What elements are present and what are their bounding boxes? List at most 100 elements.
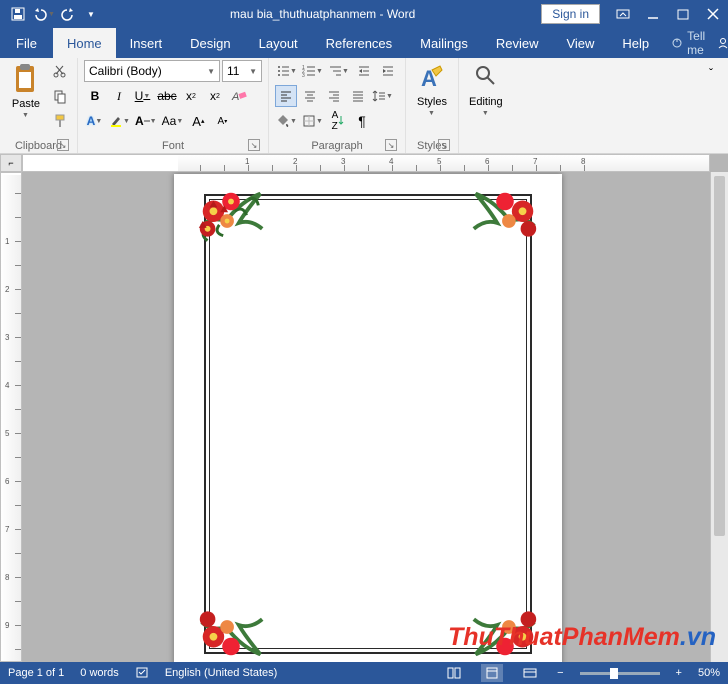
group-styles-label: Styles↘ — [412, 139, 452, 152]
font-color-button[interactable]: A▼ — [134, 110, 159, 132]
find-icon — [474, 64, 498, 94]
qat-customize[interactable]: ▼ — [84, 2, 98, 26]
superscript-button[interactable]: x2 — [204, 85, 226, 107]
change-case-button[interactable]: Aa▼ — [161, 110, 186, 132]
flower-corner-icon — [466, 182, 544, 260]
view-print-layout[interactable] — [481, 664, 503, 682]
styles-launcher[interactable]: ↘ — [438, 139, 450, 151]
ribbon: Paste ▼ Clipboard↘ Calibri (Body)▼ 11▼ B… — [0, 58, 728, 154]
align-right-button[interactable] — [323, 85, 345, 107]
horizontal-ruler[interactable]: 12345678 — [22, 154, 710, 172]
vertical-scrollbar[interactable] — [710, 172, 728, 662]
ruler-corner[interactable]: ⌐ — [0, 154, 22, 172]
clear-formatting-button[interactable]: A — [228, 85, 250, 107]
collapse-ribbon-button[interactable]: ˇ — [700, 62, 722, 84]
flower-corner-icon — [192, 182, 270, 260]
tab-design[interactable]: Design — [176, 28, 244, 58]
zoom-slider[interactable] — [580, 672, 660, 675]
view-web-layout[interactable] — [519, 664, 541, 682]
group-editing-label — [465, 139, 507, 152]
line-spacing-button[interactable]: ▼ — [371, 85, 395, 107]
document-canvas[interactable] — [22, 172, 710, 662]
group-clipboard-label: Clipboard↘ — [6, 139, 71, 152]
tab-view[interactable]: View — [552, 28, 608, 58]
group-font-label: Font↘ — [84, 139, 262, 152]
shading-button[interactable]: ▼ — [275, 110, 299, 132]
vertical-ruler[interactable]: 12345678910 — [0, 172, 22, 662]
svg-text:A: A — [231, 91, 239, 103]
undo-button[interactable]: ▼ — [32, 2, 56, 26]
bold-button[interactable]: B — [84, 85, 106, 107]
page-border-frame — [204, 194, 532, 654]
decrease-indent-button[interactable] — [353, 60, 375, 82]
grow-font-button[interactable]: A▴ — [187, 110, 209, 132]
zoom-out-button[interactable]: − — [557, 667, 563, 679]
font-family-combo[interactable]: Calibri (Body)▼ — [84, 60, 220, 82]
tab-insert[interactable]: Insert — [116, 28, 177, 58]
status-language[interactable]: English (United States) — [165, 667, 278, 679]
styles-label: Styles — [417, 96, 447, 108]
styles-icon: A — [418, 64, 446, 94]
flower-corner-icon — [192, 588, 270, 662]
text-effects-button[interactable]: A▼ — [84, 110, 106, 132]
tab-home[interactable]: Home — [53, 28, 116, 58]
redo-button[interactable] — [58, 2, 82, 26]
tab-layout[interactable]: Layout — [245, 28, 312, 58]
underline-button[interactable]: U▼ — [132, 85, 154, 107]
font-size-combo[interactable]: 11▼ — [222, 60, 262, 82]
tab-mailings[interactable]: Mailings — [406, 28, 482, 58]
zoom-level[interactable]: 50% — [698, 667, 720, 679]
zoom-handle[interactable] — [610, 668, 618, 679]
paste-label: Paste — [12, 98, 40, 110]
show-marks-button[interactable]: ¶ — [351, 110, 373, 132]
italic-button[interactable]: I — [108, 85, 130, 107]
view-read-mode[interactable] — [443, 664, 465, 682]
ribbon-display-options[interactable] — [608, 0, 638, 28]
status-page[interactable]: Page 1 of 1 — [8, 667, 64, 679]
tab-help[interactable]: Help — [608, 28, 663, 58]
group-paragraph-label: Paragraph↘ — [275, 139, 399, 152]
page[interactable] — [174, 174, 562, 662]
window-title: mau bia_thuthuatphanmem - Word — [104, 7, 541, 21]
shrink-font-button[interactable]: A▾ — [211, 110, 233, 132]
highlight-button[interactable]: ▼ — [108, 110, 132, 132]
status-spellcheck-icon[interactable] — [135, 665, 149, 682]
editing-label: Editing — [469, 96, 503, 108]
tab-file[interactable]: File — [0, 28, 53, 58]
maximize-button[interactable] — [668, 0, 698, 28]
zoom-in-button[interactable]: + — [676, 667, 682, 679]
tell-me[interactable]: Tell me — [671, 28, 705, 58]
clipboard-icon — [12, 64, 40, 96]
watermark: ThuThuatPhanMem.vn — [448, 623, 716, 652]
share-button[interactable]: Share — [705, 28, 728, 58]
borders-button[interactable]: ▼ — [301, 110, 325, 132]
strikethrough-button[interactable]: abc — [156, 85, 178, 107]
align-left-button[interactable] — [275, 85, 297, 107]
scrollbar-thumb[interactable] — [714, 176, 725, 536]
styles-button[interactable]: A Styles▼ — [412, 60, 452, 117]
increase-indent-button[interactable] — [377, 60, 399, 82]
font-launcher[interactable]: ↘ — [248, 139, 260, 151]
editing-button[interactable]: Editing▼ — [465, 60, 507, 117]
close-button[interactable] — [698, 0, 728, 28]
save-button[interactable] — [6, 2, 30, 26]
paragraph-launcher[interactable]: ↘ — [385, 139, 397, 151]
bullets-button[interactable]: ▼ — [275, 60, 299, 82]
minimize-button[interactable] — [638, 0, 668, 28]
tab-references[interactable]: References — [312, 28, 406, 58]
svg-text:3: 3 — [302, 73, 305, 79]
signin-button[interactable]: Sign in — [541, 4, 600, 24]
tab-review[interactable]: Review — [482, 28, 553, 58]
paste-button[interactable]: Paste ▼ — [6, 60, 46, 119]
cut-button[interactable] — [49, 60, 71, 82]
clipboard-launcher[interactable]: ↘ — [57, 139, 69, 151]
numbering-button[interactable]: 123▼ — [301, 60, 325, 82]
justify-button[interactable] — [347, 85, 369, 107]
format-painter-button[interactable] — [49, 110, 71, 132]
status-words[interactable]: 0 words — [80, 667, 119, 679]
sort-button[interactable]: AZ — [327, 110, 349, 132]
multilevel-list-button[interactable]: ▼ — [327, 60, 351, 82]
copy-button[interactable] — [49, 85, 71, 107]
subscript-button[interactable]: x2 — [180, 85, 202, 107]
align-center-button[interactable] — [299, 85, 321, 107]
